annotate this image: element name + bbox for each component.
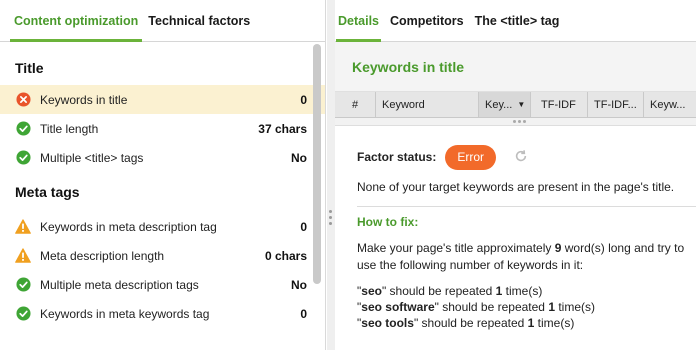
- pane-splitter[interactable]: [327, 0, 335, 350]
- error-icon: [15, 92, 31, 108]
- grid-resize-handle[interactable]: [335, 118, 696, 126]
- factor-row-multiple-title-tags[interactable]: Multiple <title> tags No: [0, 143, 325, 172]
- factor-status-label: Factor status:: [357, 150, 437, 164]
- factor-label: Keywords in meta keywords tag: [40, 306, 210, 321]
- tab-content-optimization[interactable]: Content optimization: [9, 14, 143, 42]
- repetition-line: "seo tools" should be repeated 1 time(s): [357, 316, 575, 330]
- factor-details: Factor status: Error None of your target…: [335, 126, 696, 331]
- keyword-grid-header: # Keyword Key... ▼ TF-IDF TF-IDF... Keyw…: [335, 92, 696, 118]
- fix-instructions: Make your page's title approximately 9 w…: [357, 240, 687, 274]
- details-pane: Details Competitors The <title> tag Keyw…: [335, 0, 696, 350]
- repetition-prefix: should be repeated: [438, 300, 549, 314]
- tab-technical-factors[interactable]: Technical factors: [148, 14, 250, 41]
- factor-row-keywords-in-title[interactable]: Keywords in title 0: [0, 85, 325, 114]
- tab-competitors[interactable]: Competitors: [390, 14, 464, 41]
- repetition-keyword: seo: [361, 284, 382, 298]
- factor-row-keywords-in-meta-description[interactable]: Keywords in meta description tag 0: [0, 212, 325, 241]
- factor-value: 37 chars: [258, 121, 307, 136]
- factor-status-line: Factor status: Error: [357, 144, 696, 170]
- column-header-tf-idf[interactable]: TF-IDF: [531, 92, 588, 117]
- right-tabs: Details Competitors The <title> tag: [335, 0, 696, 42]
- factor-label: Keywords in meta description tag: [40, 219, 217, 234]
- factor-label: Title length: [40, 121, 99, 136]
- check-icon: [15, 306, 31, 322]
- section-title-meta-tags: Meta tags: [15, 184, 80, 200]
- factor-row-meta-description-length[interactable]: Meta description length 0 chars: [0, 241, 325, 270]
- warning-icon: [15, 248, 31, 264]
- repetition-line: "seo" should be repeated 1 time(s): [357, 284, 543, 298]
- tab-title-tag[interactable]: The <title> tag: [475, 14, 560, 41]
- repetition-line: "seo software" should be repeated 1 time…: [357, 300, 595, 314]
- repetition-suffix: time(s): [534, 316, 575, 330]
- column-header-key[interactable]: Key... ▼: [479, 92, 531, 117]
- how-to-fix-heading: How to fix:: [357, 215, 419, 229]
- status-message: None of your target keywords are present…: [357, 180, 675, 194]
- fix-text-before: Make your page's title approximately: [357, 241, 555, 255]
- column-header-tf-idf-2[interactable]: TF-IDF...: [588, 92, 644, 117]
- tab-details[interactable]: Details: [336, 14, 381, 42]
- left-tabs: Content optimization Technical factors: [0, 0, 325, 42]
- factor-value: No: [291, 277, 307, 292]
- status-badge: Error: [445, 144, 497, 170]
- splitter-grip-icon: [329, 210, 333, 228]
- column-header-number[interactable]: #: [335, 92, 376, 117]
- factor-label: Keywords in title: [40, 92, 128, 107]
- repetition-suffix: time(s): [502, 284, 543, 298]
- repetition-prefix: should be repeated: [418, 316, 528, 330]
- factor-value: 0: [300, 92, 307, 107]
- sort-down-icon: ▼: [517, 100, 526, 109]
- check-icon: [15, 121, 31, 137]
- factor-row-keywords-in-meta-keywords[interactable]: Keywords in meta keywords tag 0: [0, 299, 325, 328]
- column-header-key-label: Key...: [485, 98, 513, 111]
- repetition-suffix: time(s): [555, 300, 595, 314]
- repetition-prefix: should be repeated: [386, 284, 496, 298]
- refresh-icon[interactable]: [514, 149, 528, 166]
- resize-grip-icon: [513, 120, 526, 123]
- section-title-title: Title: [15, 60, 44, 76]
- factor-label: Meta description length: [40, 248, 165, 263]
- repetition-count: 1: [548, 300, 555, 314]
- factors-pane: Content optimization Technical factors T…: [0, 0, 326, 350]
- column-header-keyw[interactable]: Keyw...: [644, 92, 696, 117]
- column-header-keyword[interactable]: Keyword: [376, 92, 479, 117]
- factor-row-multiple-meta-description[interactable]: Multiple meta description tags No: [0, 270, 325, 299]
- divider: [357, 206, 696, 207]
- warning-icon: [15, 219, 31, 235]
- factor-value: 0: [300, 306, 307, 321]
- repetition-keyword: seo tools: [361, 316, 414, 330]
- check-icon: [15, 277, 31, 293]
- repetition-keyword: seo software: [361, 300, 435, 314]
- factor-value: 0 chars: [264, 248, 307, 263]
- factor-value: 0: [300, 219, 307, 234]
- factor-label: Multiple <title> tags: [40, 150, 144, 165]
- factor-label: Multiple meta description tags: [40, 277, 199, 292]
- keyword-repetitions: "seo" should be repeated 1 time(s) "seo …: [357, 283, 696, 331]
- factor-value: No: [291, 150, 307, 165]
- check-icon: [15, 150, 31, 166]
- panel-title: Keywords in title: [335, 42, 696, 92]
- left-scrollbar[interactable]: [313, 44, 321, 284]
- factor-row-title-length[interactable]: Title length 37 chars: [0, 114, 325, 143]
